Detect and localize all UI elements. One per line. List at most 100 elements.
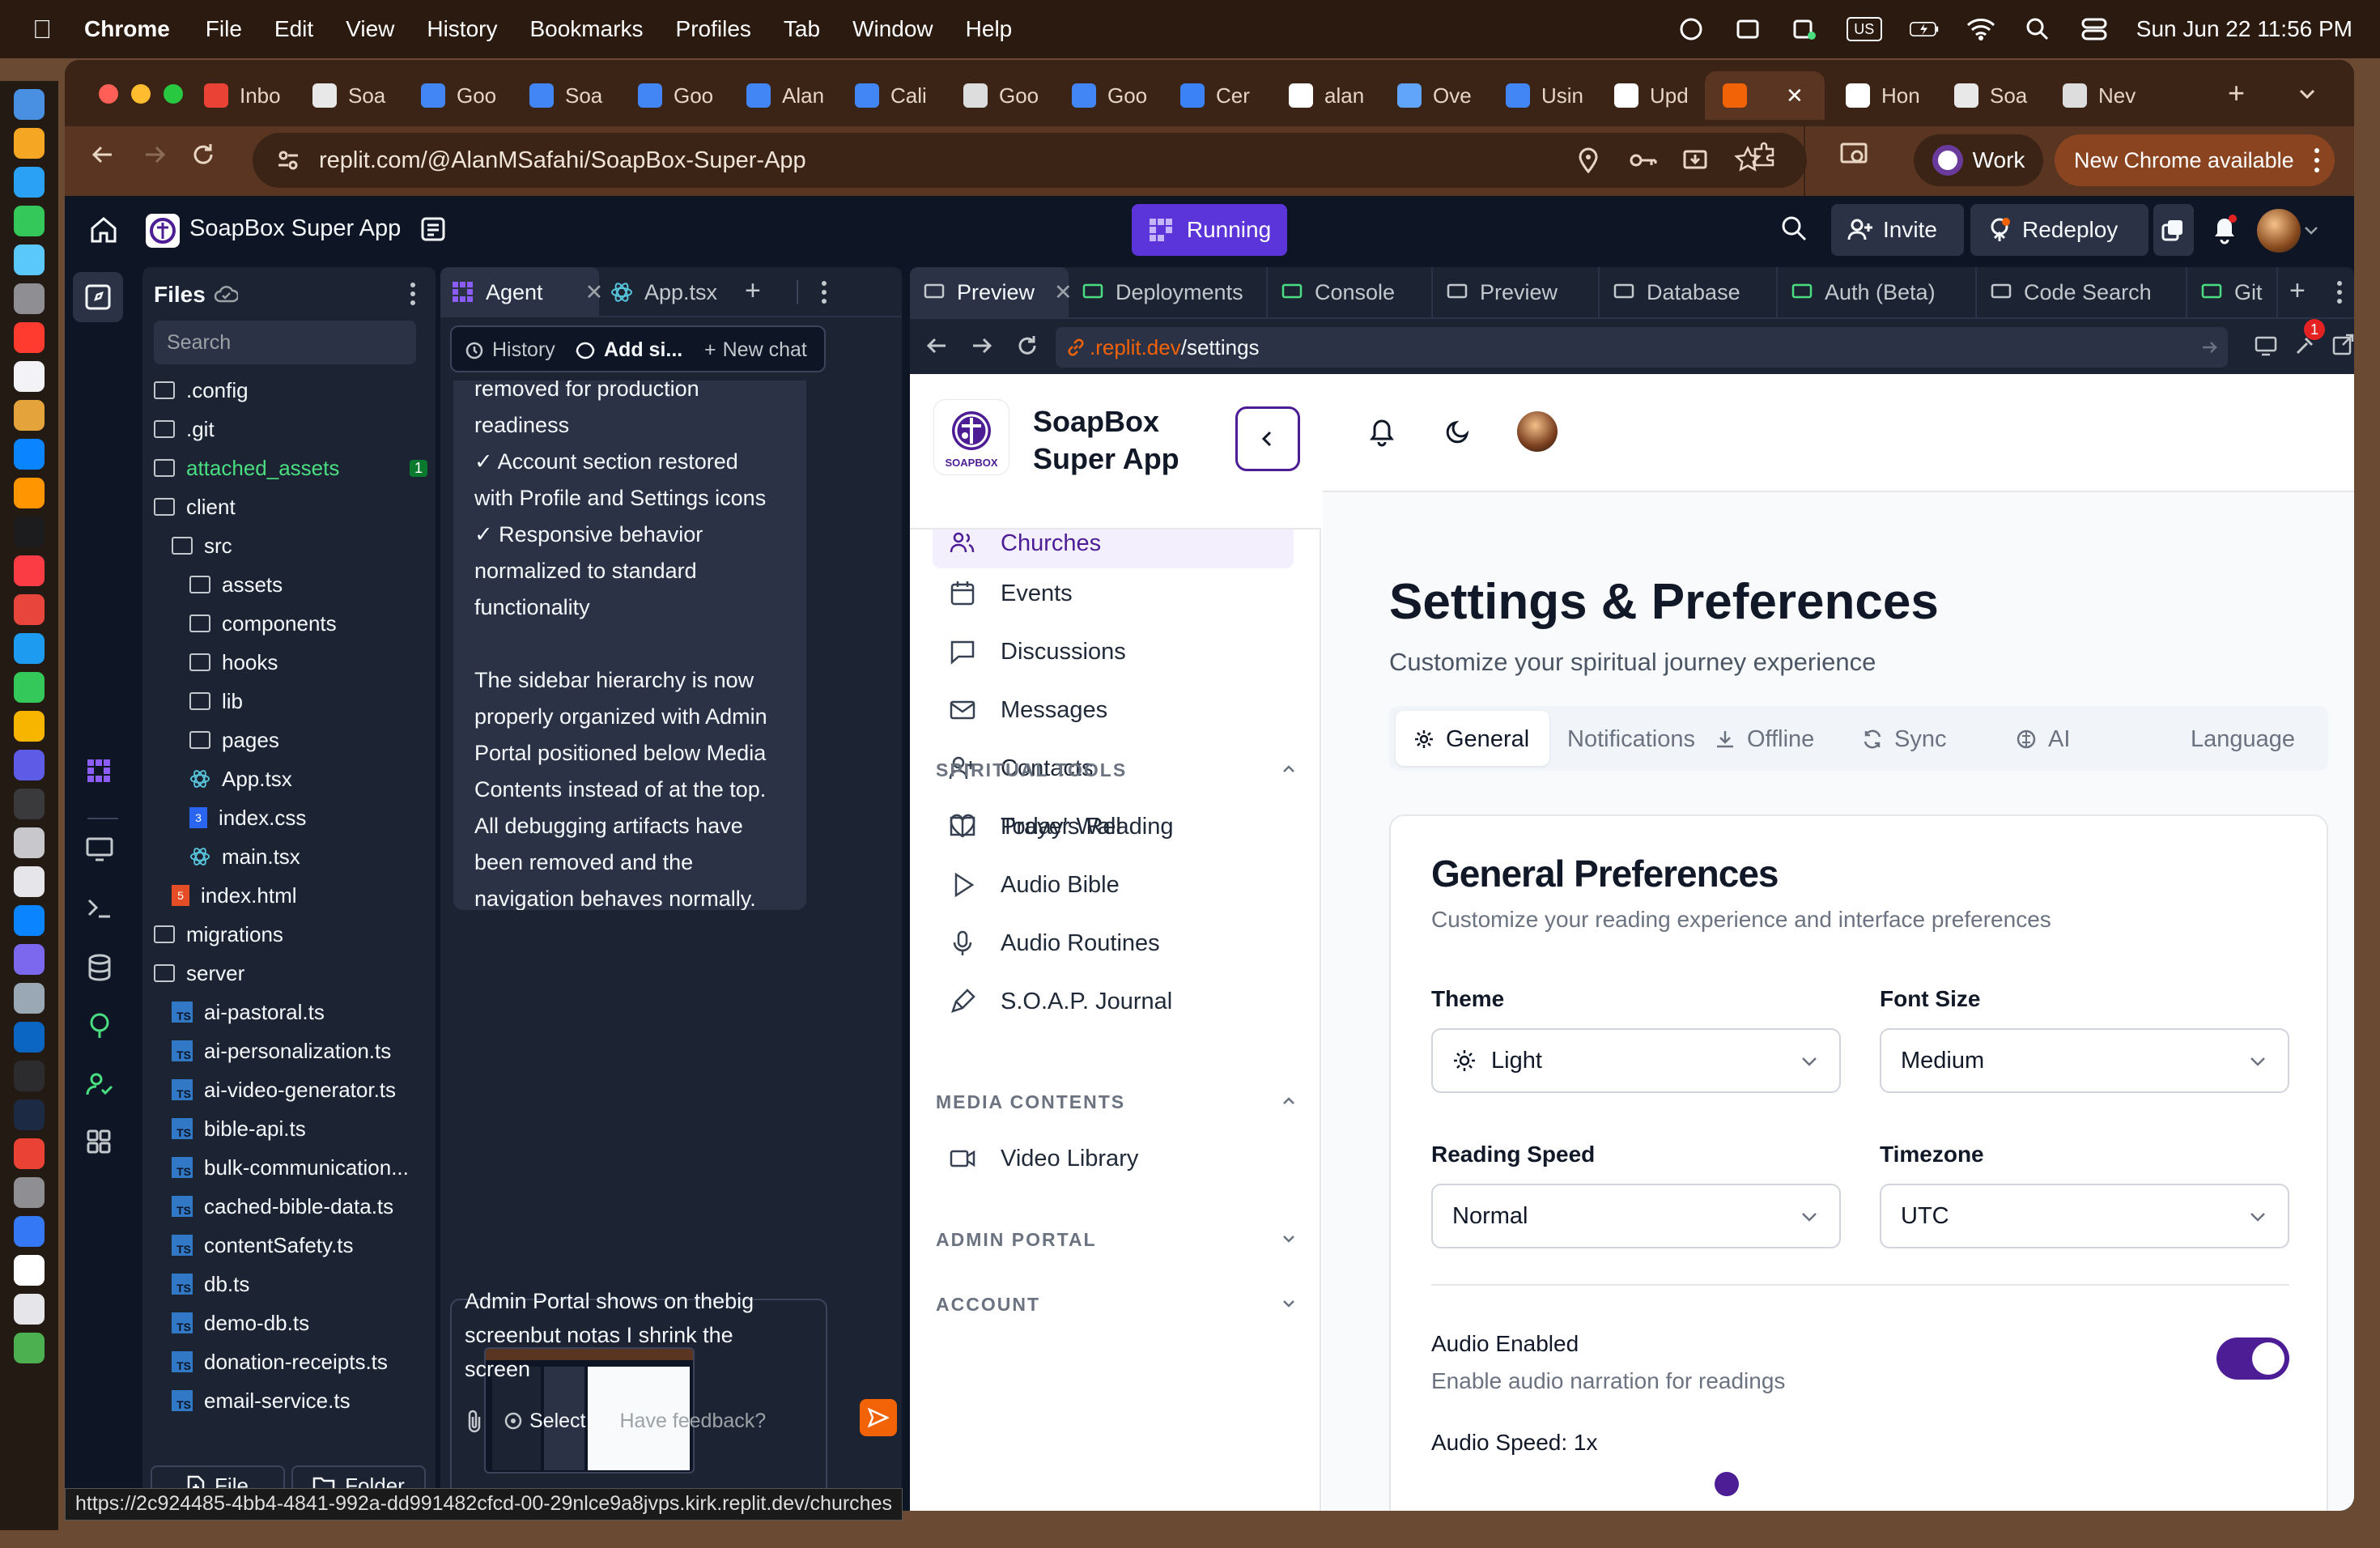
dock-app-icon[interactable] <box>14 322 45 353</box>
location-icon[interactable] <box>1577 147 1600 173</box>
all-tools-rail-icon[interactable] <box>86 1129 112 1155</box>
deploy-menu-button[interactable] <box>2153 204 2194 256</box>
tab-offline[interactable]: Offline <box>1715 711 1814 768</box>
forward-icon[interactable] <box>141 141 168 168</box>
preview-forward-icon[interactable] <box>970 334 994 358</box>
file-item[interactable]: App.tsx <box>189 759 465 798</box>
browser-tab[interactable]: alan <box>1271 71 1376 120</box>
dock-app-icon[interactable] <box>14 206 45 236</box>
dock-app-icon[interactable] <box>14 89 45 120</box>
history-button[interactable]: History <box>465 338 555 362</box>
menu-window[interactable]: Window <box>852 16 933 42</box>
file-item[interactable]: TS email-service.ts <box>172 1381 447 1420</box>
chrome-update-button[interactable]: New Chrome available <box>2055 134 2335 186</box>
address-bar[interactable]: replit.com/@AlanMSafahi/SoapBox-Super-Ap… <box>253 133 1807 188</box>
run-status-button[interactable]: Running <box>1132 204 1287 256</box>
dock-app-icon[interactable] <box>14 400 45 431</box>
menu-tab[interactable]: Tab <box>784 16 820 42</box>
nav-item-messages[interactable]: Messages <box>933 685 1294 735</box>
dock-app-icon[interactable] <box>14 905 45 936</box>
nav-item-discussions[interactable]: Discussions <box>933 627 1294 677</box>
menu-file[interactable]: File <box>206 16 242 42</box>
file-item[interactable]: 3 index.css <box>189 798 465 837</box>
file-item[interactable]: 5 index.html <box>172 876 447 915</box>
menu-profiles[interactable]: Profiles <box>676 16 751 42</box>
file-item[interactable]: TS ai-personalization.ts <box>172 1031 447 1070</box>
sidebar-section-header[interactable]: ACCOUNT <box>936 1294 1297 1316</box>
paperclip-icon[interactable] <box>465 1409 484 1433</box>
browser-tab[interactable]: Cer <box>1162 71 1268 120</box>
wifi-icon[interactable] <box>1966 15 1995 44</box>
tab-search-icon[interactable] <box>2296 83 2318 105</box>
tab-app-tsx[interactable]: App.tsx <box>610 267 717 317</box>
window-close-button[interactable] <box>99 84 118 104</box>
sidebar-section-header[interactable]: SPIRITUAL TOOLS <box>936 759 1297 781</box>
menu-clock[interactable]: Sun Jun 22 11:56 PM <box>2136 16 2352 42</box>
close-tab-icon[interactable]: ✕ <box>1786 83 1804 108</box>
browser-tab[interactable]: Goo <box>620 71 725 120</box>
current-chat-button[interactable]: Add si... <box>575 338 682 362</box>
folder-item[interactable]: src <box>172 526 447 565</box>
timezone-select[interactable]: UTC <box>1880 1184 2289 1248</box>
file-item[interactable]: TS db.ts <box>172 1265 447 1303</box>
tab-agent[interactable]: Agent ✕ <box>440 267 603 317</box>
extensions-icon[interactable] <box>1750 141 1778 168</box>
app-bell-icon[interactable] <box>1368 416 1396 447</box>
redeploy-button[interactable]: Redeploy <box>1970 204 2148 256</box>
dock-app-icon[interactable] <box>14 789 45 819</box>
add-tab-icon[interactable]: + <box>745 275 761 307</box>
collapse-sidebar-button[interactable] <box>1235 406 1300 471</box>
file-item[interactable]: TS bulk-communication... <box>172 1148 447 1187</box>
menu-view[interactable]: View <box>346 16 394 42</box>
invite-button[interactable]: Invite <box>1831 204 1964 256</box>
spotlight-search-icon[interactable] <box>2023 15 2052 44</box>
reload-icon[interactable] <box>189 141 217 168</box>
folder-item[interactable]: server <box>154 954 429 993</box>
moon-icon[interactable] <box>1444 418 1472 445</box>
select-element-button[interactable]: Select <box>504 1410 585 1433</box>
open-url-arrow-icon[interactable] <box>2200 338 2218 356</box>
dock-app-icon[interactable] <box>14 283 45 314</box>
tab-console[interactable]: Console <box>1268 267 1433 317</box>
folder-item[interactable]: lib <box>189 682 465 721</box>
file-item[interactable]: TS demo-db.ts <box>172 1303 447 1342</box>
dock-app-icon[interactable] <box>14 594 45 625</box>
notifications-bell-icon[interactable] <box>2210 214 2239 245</box>
tab-git[interactable]: Git <box>2187 267 2278 317</box>
folder-item[interactable]: .git <box>154 410 429 449</box>
nav-item-video-library[interactable]: Video Library <box>933 1133 1138 1184</box>
dock-app-icon[interactable] <box>14 1177 45 1208</box>
nav-item-events[interactable]: Events <box>933 568 1294 619</box>
dock-app-icon[interactable] <box>14 1333 45 1363</box>
browser-tab[interactable]: Inbo <box>186 71 291 120</box>
dock-app-icon[interactable] <box>14 827 45 858</box>
file-item[interactable]: TS ai-pastoral.ts <box>172 993 447 1031</box>
battery-icon[interactable] <box>1909 15 1939 44</box>
browser-tab[interactable]: Goo <box>403 71 508 120</box>
browser-tab[interactable]: Usin <box>1488 71 1593 120</box>
theme-select[interactable]: Light <box>1431 1028 1841 1093</box>
keyboard-layout-icon[interactable]: US <box>1846 17 1882 41</box>
tab-language[interactable]: Language <box>2191 711 2295 768</box>
search-icon[interactable] <box>1779 214 1808 243</box>
dock-app-icon[interactable] <box>14 750 45 780</box>
nav-item-audio-routines[interactable]: Audio Routines <box>933 918 1160 968</box>
browser-tab[interactable]: Ove <box>1379 71 1485 120</box>
preview-url-input[interactable]: .replit.dev /settings <box>1056 327 2228 368</box>
menu-edit[interactable]: Edit <box>274 16 313 42</box>
tab-auth-beta-[interactable]: Auth (Beta) <box>1778 267 1977 317</box>
file-item[interactable]: main.tsx <box>189 837 465 876</box>
browser-tab[interactable]: Upd <box>1596 71 1702 120</box>
project-logo[interactable] <box>146 214 180 248</box>
dock-app-icon[interactable] <box>14 128 45 159</box>
dock-app-icon[interactable] <box>14 1294 45 1325</box>
file-item[interactable]: TS donation-receipts.ts <box>172 1342 447 1381</box>
user-avatar[interactable] <box>2257 209 2301 253</box>
preview-reload-icon[interactable] <box>1015 334 1039 358</box>
folder-item[interactable]: components <box>189 604 465 643</box>
menu-history[interactable]: History <box>427 16 497 42</box>
browser-tab[interactable]: Alan <box>729 71 834 120</box>
browser-tab[interactable]: Soa <box>295 71 400 120</box>
folder-item[interactable]: .config <box>154 371 429 410</box>
open-new-window-icon[interactable] <box>2331 334 2354 356</box>
